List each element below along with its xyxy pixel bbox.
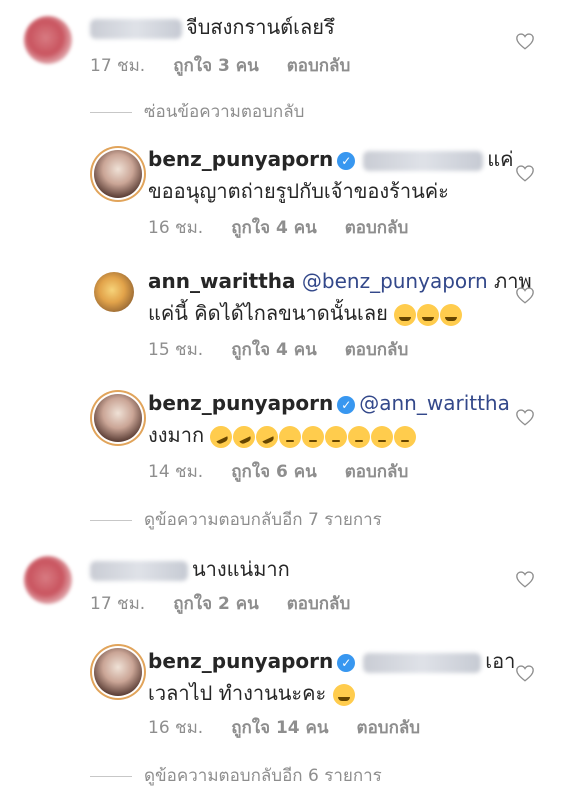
comment-time: 17 ชม. xyxy=(90,594,146,614)
reply-button[interactable]: ตอบกลับ xyxy=(287,594,351,614)
comment-text-continued: ขออนุญาตถ่ายรูปกับเจ้าของร้านค่ะ xyxy=(148,179,449,203)
pensive-face-icon xyxy=(371,425,394,448)
heart-icon[interactable] xyxy=(515,164,535,182)
heart-icon[interactable] xyxy=(515,664,535,682)
pensive-face-icon xyxy=(325,425,348,448)
view-more-replies-label: ดูข้อความตอบกลับอีก 7 รายการ xyxy=(144,510,382,530)
grinning-squinting-face-icon xyxy=(394,303,417,326)
likes-count-button[interactable]: ถูกใจ 2 คน xyxy=(173,594,259,614)
heart-icon[interactable] xyxy=(515,286,535,304)
reply-button[interactable]: ตอบกลับ xyxy=(345,218,409,238)
avatar[interactable] xyxy=(24,556,72,604)
reply-button[interactable]: ตอบกลับ xyxy=(345,462,409,482)
reply-button[interactable]: ตอบกลับ xyxy=(357,718,421,738)
comment-text: นางแน่มาก xyxy=(192,557,290,581)
comment-time: 15 ชม. xyxy=(148,340,204,360)
comment-text-continued: งงมาก xyxy=(148,423,205,447)
comment-text: เอา xyxy=(485,649,516,673)
hugging-face-icon xyxy=(332,683,355,706)
verified-badge-icon: ✓ xyxy=(337,151,356,170)
avatar[interactable] xyxy=(94,394,142,442)
heart-icon[interactable] xyxy=(515,408,535,426)
blurred-mention[interactable] xyxy=(363,652,482,673)
divider-line xyxy=(90,519,132,521)
heart-icon[interactable] xyxy=(515,570,535,588)
hide-replies-button[interactable]: ซ่อนข้อความตอบกลับ xyxy=(90,98,304,125)
pensive-face-icon xyxy=(279,425,302,448)
avatar[interactable] xyxy=(24,16,72,64)
divider-line xyxy=(90,111,132,113)
comment-time: 17 ชม. xyxy=(90,56,146,76)
likes-count-button[interactable]: ถูกใจ 3 คน xyxy=(173,56,259,76)
reply-button[interactable]: ตอบกลับ xyxy=(287,56,351,76)
avatar[interactable] xyxy=(94,648,142,696)
divider-line xyxy=(90,775,132,777)
comment-text: แค่ xyxy=(487,147,514,171)
mention-link[interactable]: @benz_punyaporn xyxy=(302,269,488,293)
reply-button[interactable]: ตอบกลับ xyxy=(345,340,409,360)
username-link[interactable]: benz_punyaporn xyxy=(148,147,333,171)
avatar[interactable] xyxy=(94,272,134,312)
blurred-username[interactable] xyxy=(90,560,188,581)
likes-count-button[interactable]: ถูกใจ 14 คน xyxy=(231,718,328,738)
grinning-squinting-face-icon xyxy=(440,303,463,326)
username-link[interactable]: benz_punyaporn xyxy=(148,649,333,673)
comment-text: จีบสงกรานต์เลยรึ xyxy=(186,15,335,39)
comment-time: 14 ชม. xyxy=(148,462,204,482)
avatar[interactable] xyxy=(94,150,142,198)
hide-replies-label: ซ่อนข้อความตอบกลับ xyxy=(144,102,305,122)
view-more-replies-label: ดูข้อความตอบกลับอีก 6 รายการ xyxy=(144,766,382,786)
comment-text-continued: เวลาไป ทำงานนะคะ xyxy=(148,681,327,705)
comment-time: 16 ชม. xyxy=(148,218,204,238)
verified-badge-icon: ✓ xyxy=(337,653,356,672)
comment-time: 16 ชม. xyxy=(148,718,204,738)
blurred-username[interactable] xyxy=(90,18,182,39)
blurred-mention[interactable] xyxy=(363,150,484,171)
heart-icon[interactable] xyxy=(515,32,535,50)
verified-badge-icon: ✓ xyxy=(337,395,356,414)
username-link[interactable]: benz_punyaporn xyxy=(148,391,333,415)
comment-text-continued: แค่นี้ คิดได้ไกลขนาดนั้นเลย xyxy=(148,301,388,325)
username-link[interactable]: ann_warittha xyxy=(148,269,296,293)
view-more-replies-button[interactable]: ดูข้อความตอบกลับอีก 7 รายการ xyxy=(90,506,382,533)
likes-count-button[interactable]: ถูกใจ 6 คน xyxy=(231,462,317,482)
rolling-on-floor-laughing-icon xyxy=(252,421,283,452)
pensive-face-icon xyxy=(348,425,371,448)
likes-count-button[interactable]: ถูกใจ 4 คน xyxy=(231,218,317,238)
mention-link[interactable]: @ann_warittha xyxy=(359,391,510,415)
grinning-squinting-face-icon xyxy=(417,303,440,326)
view-more-replies-button[interactable]: ดูข้อความตอบกลับอีก 6 รายการ xyxy=(90,762,382,789)
pensive-face-icon xyxy=(302,425,325,448)
likes-count-button[interactable]: ถูกใจ 4 คน xyxy=(231,340,317,360)
pensive-face-icon xyxy=(394,425,417,448)
